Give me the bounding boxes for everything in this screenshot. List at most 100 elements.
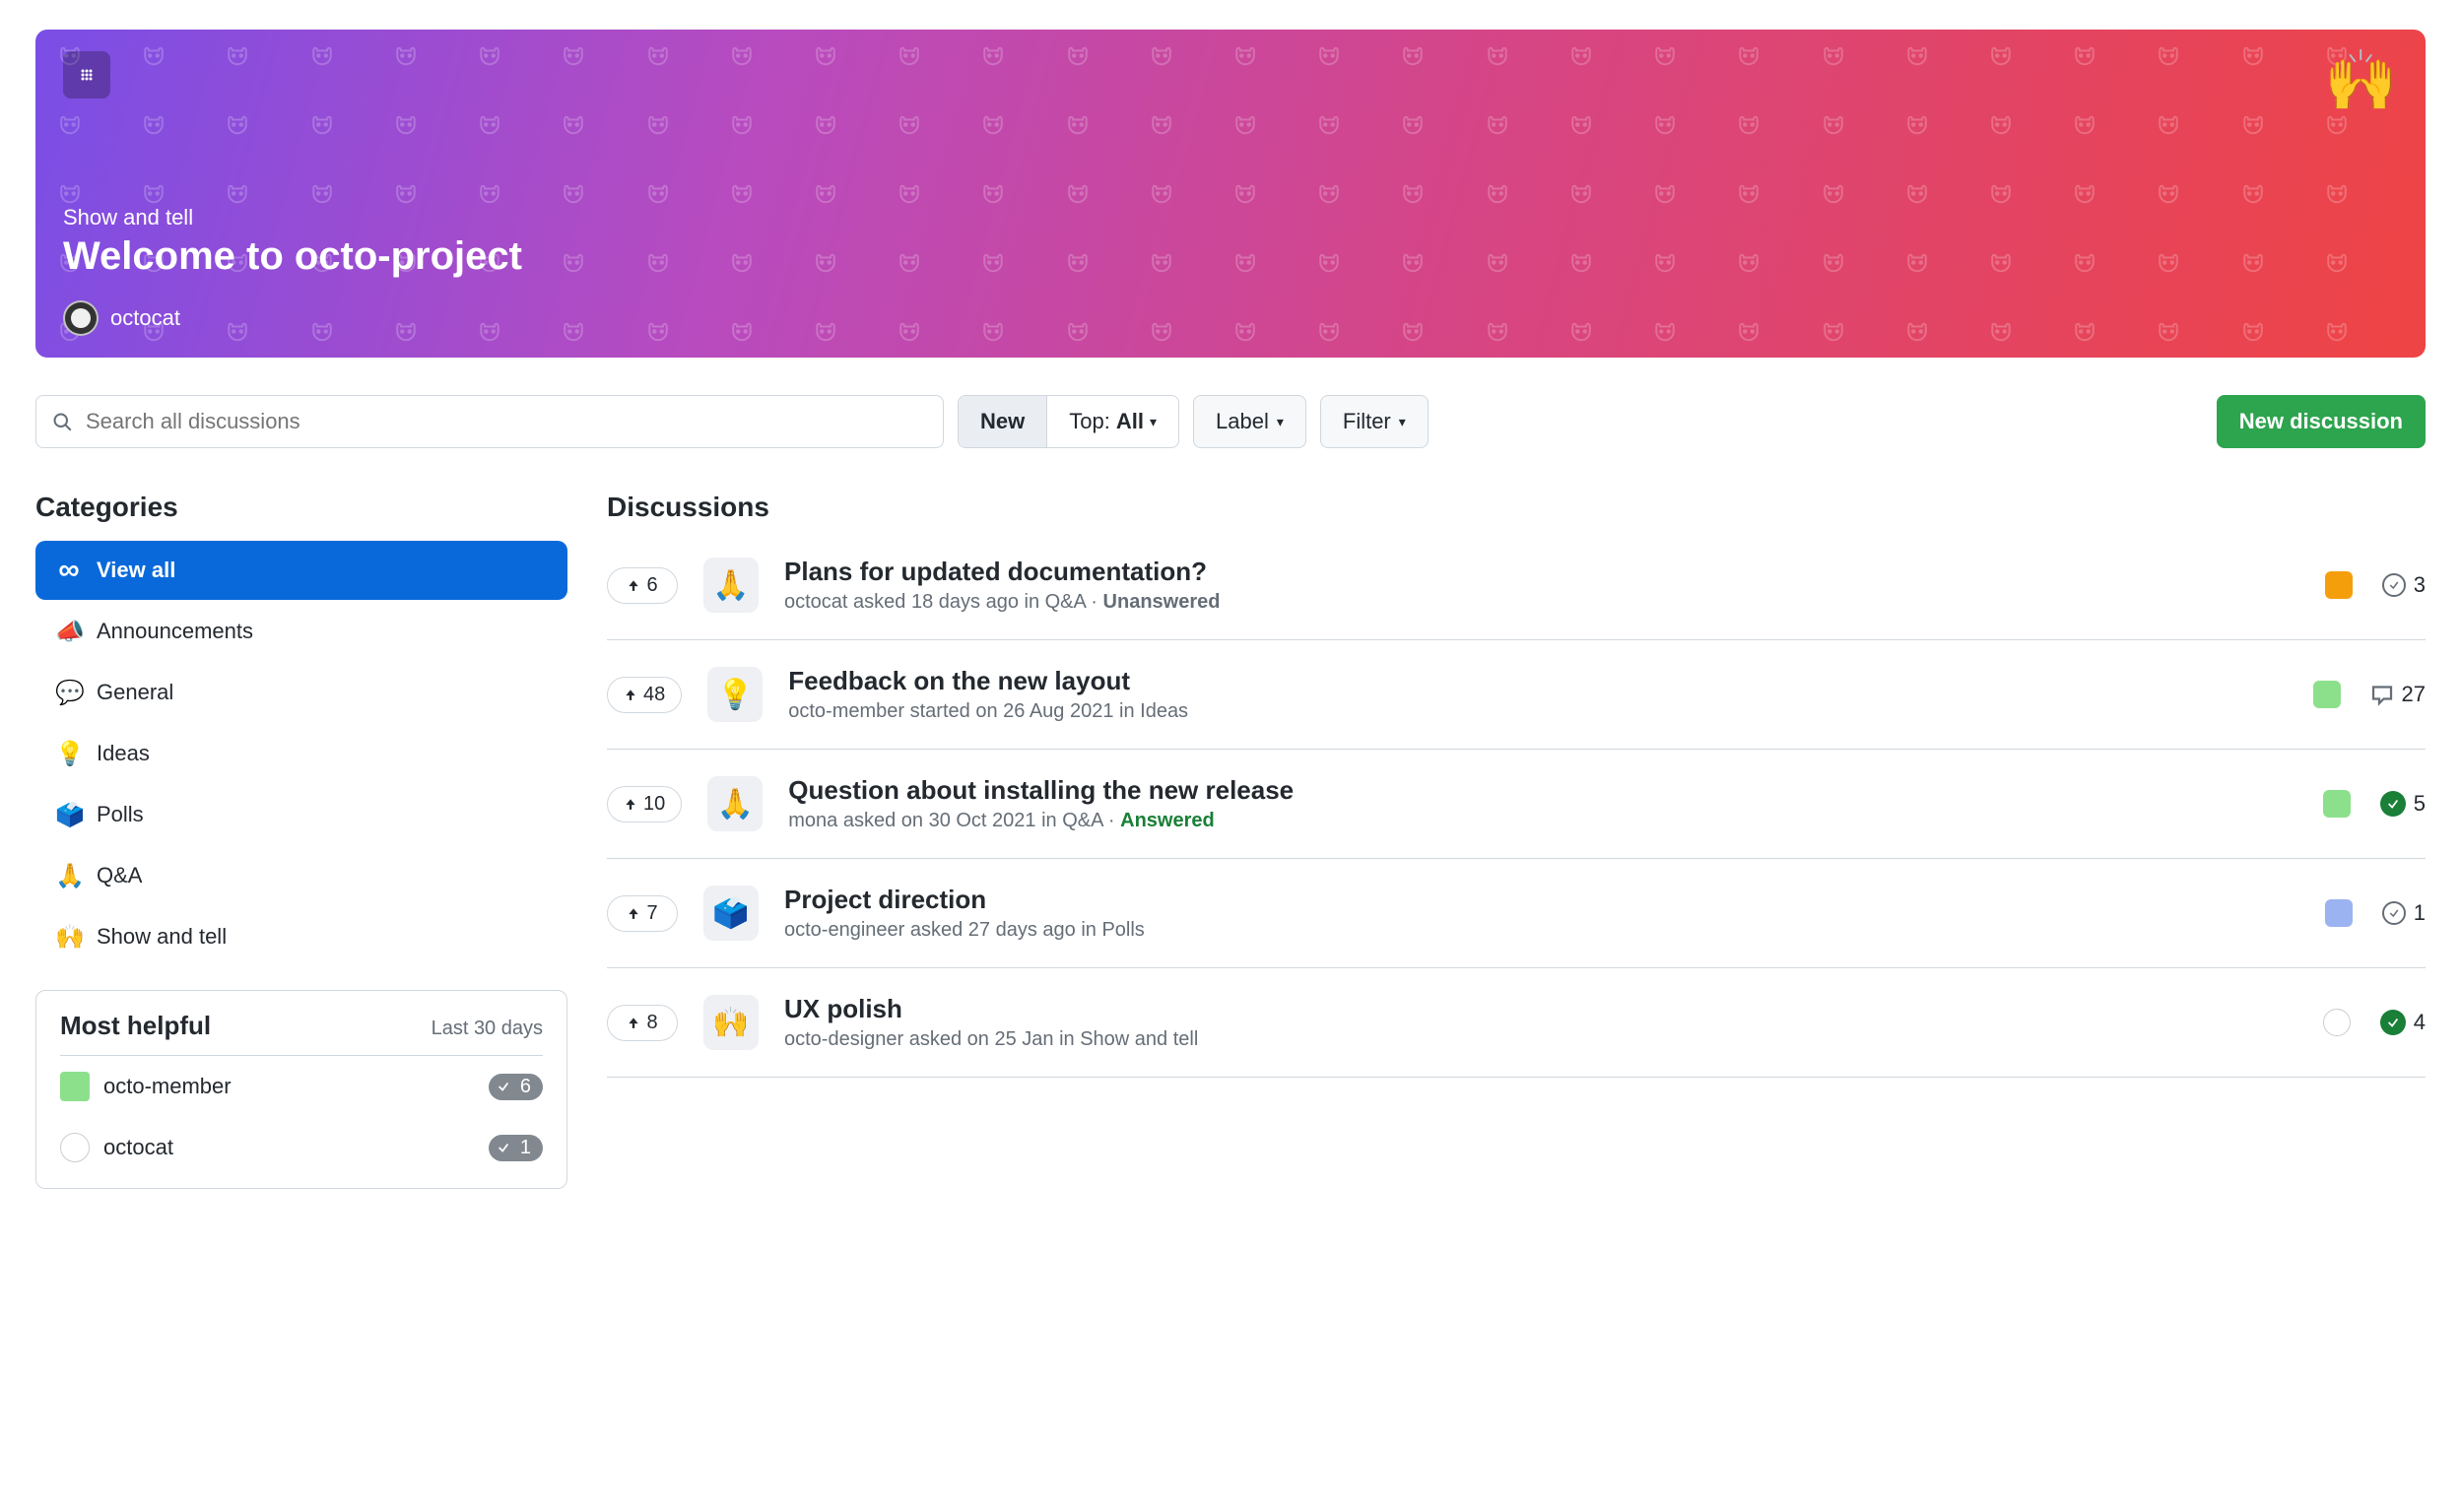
discussion-title[interactable]: Question about installing the new releas… — [788, 775, 2297, 806]
discussion-meta: octo-designer asked on 25 Jan in Show an… — [784, 1028, 2297, 1051]
discussion-title[interactable]: UX polish — [784, 994, 2297, 1024]
discussions-toolbar: New Top: All ▾ Label ▾ Filter ▾ New disc… — [35, 395, 2426, 448]
hero-title[interactable]: Welcome to octo-project — [63, 234, 2398, 279]
discussion-category-icon: 💡 — [707, 667, 763, 722]
upvote-button[interactable]: 8 — [607, 1005, 678, 1041]
discussion-meta: mona asked on 30 Oct 2021 in Q&A · Answe… — [788, 810, 2297, 832]
reply-count[interactable]: 1 — [2382, 900, 2426, 926]
avatar — [60, 1072, 90, 1101]
participant-avatar[interactable] — [2323, 1009, 2351, 1036]
discussion-row: 48 💡 Feedback on the new layout octo-member… — [607, 640, 2426, 750]
categories-heading: Categories — [35, 492, 567, 523]
most-helpful-subtitle: Last 30 days — [432, 1018, 543, 1040]
arrow-up-icon — [627, 1016, 640, 1029]
reply-count[interactable]: 3 — [2382, 572, 2426, 598]
discussion-title[interactable]: Feedback on the new layout — [788, 666, 2287, 696]
reply-count[interactable]: 4 — [2380, 1010, 2426, 1035]
most-helpful-title: Most helpful — [60, 1011, 211, 1041]
discussions-heading: Discussions — [607, 492, 2426, 523]
discussion-meta: octo-engineer asked 27 days ago in Polls — [784, 919, 2299, 942]
helpful-user-name: octocat — [103, 1135, 173, 1160]
category-emoji: 💬 — [55, 679, 83, 707]
discussion-row: 6🙏Plans for updated documentation?octoca… — [607, 541, 2426, 640]
participant-avatar[interactable] — [2325, 899, 2353, 927]
sort-new-button[interactable]: New — [959, 396, 1046, 447]
upvote-button[interactable]: 48 — [607, 677, 682, 713]
participant-avatar[interactable] — [2313, 681, 2341, 708]
new-discussion-button[interactable]: New discussion — [2217, 395, 2426, 448]
answer-count-pill: 1 — [489, 1135, 543, 1161]
discussion-category-icon: 🙏 — [707, 776, 763, 831]
category-label: Announcements — [97, 619, 253, 644]
discussion-meta: octocat asked 18 days ago in Q&A · Unans… — [784, 591, 2299, 614]
category-emoji: 🗳️ — [55, 801, 83, 829]
sort-top-button[interactable]: Top: All ▾ — [1046, 396, 1178, 447]
participant-avatar[interactable] — [2323, 790, 2351, 818]
helpful-user-row[interactable]: octocat 1 — [60, 1117, 543, 1178]
category-item[interactable]: 📣Announcements — [35, 602, 567, 661]
helpful-user-name: octo-member — [103, 1074, 232, 1099]
upvote-button[interactable]: 7 — [607, 895, 678, 932]
discussion-title[interactable]: Project direction — [784, 885, 2299, 915]
check-circle-icon — [2382, 573, 2406, 597]
category-label: Polls — [97, 802, 144, 827]
drag-handle[interactable] — [63, 51, 110, 99]
category-item[interactable]: 💬 General — [35, 663, 567, 722]
discussion-category-icon: 🗳️ — [703, 886, 759, 941]
arrow-up-icon — [624, 797, 637, 811]
upvote-button[interactable]: 10 — [607, 786, 682, 822]
comment-icon — [2370, 683, 2394, 706]
category-label: Ideas — [97, 741, 150, 766]
check-circle-filled-icon — [2380, 1010, 2406, 1035]
upvote-count: 10 — [643, 793, 665, 816]
category-item[interactable]: 🗳️ Polls — [35, 785, 567, 844]
category-item[interactable]: 🙏 Q&A — [35, 846, 567, 905]
search-icon — [52, 412, 72, 431]
participant-avatar[interactable] — [2325, 571, 2353, 599]
category-list: ∞View all📣Announcements 💬 General 💡 Ideas 🗳️ P… — [35, 541, 567, 966]
check-icon — [495, 1078, 512, 1095]
upvote-count: 48 — [643, 684, 665, 706]
search-input[interactable] — [86, 409, 927, 434]
caret-down-icon: ▾ — [1277, 414, 1284, 430]
discussion-meta: octo-member started on 26 Aug 2021 in Id… — [788, 700, 2287, 723]
upvote-count: 8 — [646, 1012, 657, 1034]
label-filter-button[interactable]: Label ▾ — [1193, 395, 1306, 448]
category-label: Q&A — [97, 863, 142, 888]
category-emoji: 🙏 — [55, 862, 83, 890]
discussion-row: 7 🗳️ Project direction octo-engineer asked … — [607, 859, 2426, 968]
reply-count[interactable]: 5 — [2380, 791, 2426, 817]
arrow-up-icon — [627, 578, 640, 592]
avatar — [63, 300, 99, 336]
hero-category: Show and tell — [63, 205, 2398, 230]
discussion-title[interactable]: Plans for updated documentation? — [784, 557, 2299, 587]
category-emoji: 🙌 — [55, 923, 83, 952]
discussion-row: 10 🙏 Question about installing the new rel… — [607, 750, 2426, 859]
comment-count[interactable]: 27 — [2370, 682, 2426, 707]
search-box[interactable] — [35, 395, 944, 448]
avatar — [60, 1133, 90, 1162]
check-icon — [495, 1139, 512, 1156]
category-item[interactable]: 💡 Ideas — [35, 724, 567, 783]
category-emoji: 💡 — [55, 740, 83, 768]
check-circle-icon — [2382, 901, 2406, 925]
sort-segmented: New Top: All ▾ — [958, 395, 1179, 448]
pinned-discussion-hero: 🙌 Show and tell Welcome to octo-project … — [35, 30, 2426, 358]
caret-down-icon: ▾ — [1150, 414, 1157, 430]
answer-count: 6 — [520, 1076, 531, 1098]
category-label: General — [97, 680, 173, 705]
hero-author[interactable]: octocat — [63, 300, 2398, 336]
category-label: Show and tell — [97, 924, 227, 950]
category-item[interactable]: 🙌 Show and tell — [35, 907, 567, 966]
upvote-count: 7 — [646, 902, 657, 925]
caret-down-icon: ▾ — [1399, 414, 1406, 430]
discussion-category-icon: 🙌 — [703, 995, 759, 1050]
grip-icon — [79, 67, 95, 83]
helpful-user-row[interactable]: octo-member 6 — [60, 1056, 543, 1117]
arrow-up-icon — [624, 688, 637, 701]
hero-author-name: octocat — [110, 305, 180, 331]
filter-button[interactable]: Filter ▾ — [1320, 395, 1429, 448]
category-item[interactable]: ∞View all — [35, 541, 567, 600]
upvote-button[interactable]: 6 — [607, 567, 678, 604]
hero-category-emoji: 🙌 — [2324, 51, 2398, 110]
